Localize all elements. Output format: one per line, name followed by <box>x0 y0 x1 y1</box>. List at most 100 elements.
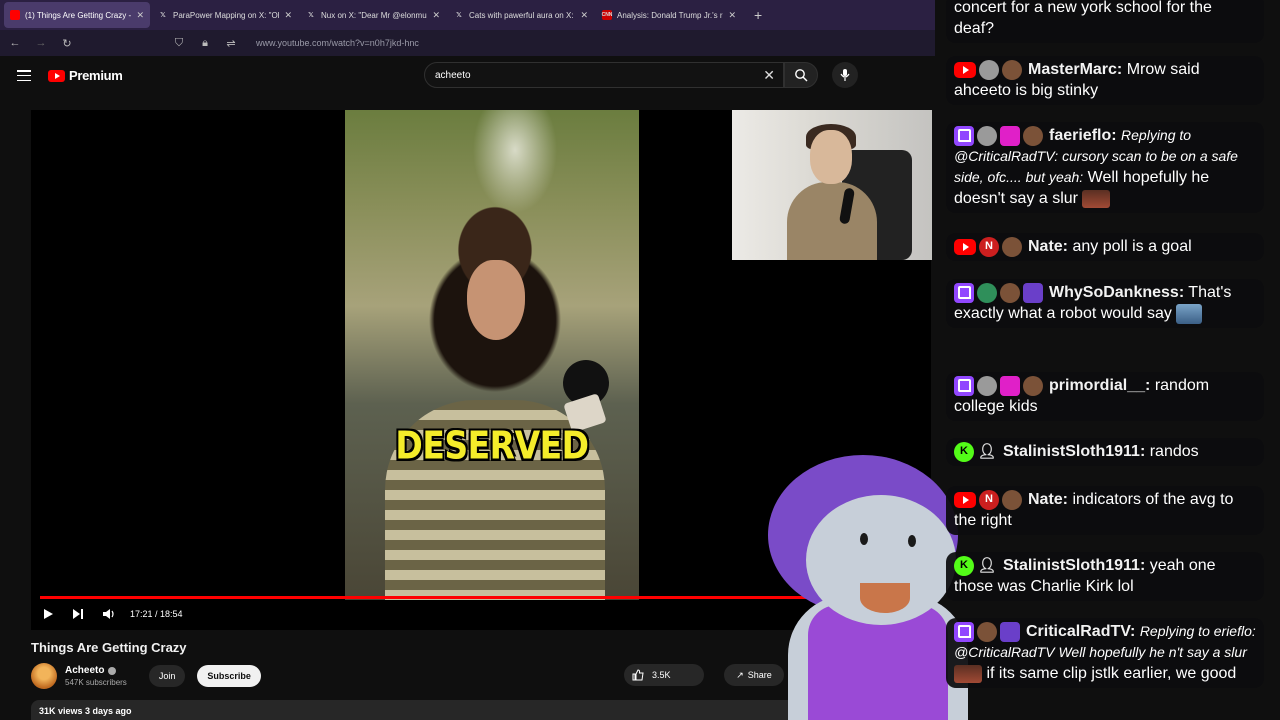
emote-badge-icon <box>1002 236 1022 257</box>
chat-username: StalinistSloth1911: <box>1003 557 1146 574</box>
close-tab-icon[interactable]: ✕ <box>284 10 292 21</box>
twitch-badge-icon <box>954 282 974 303</box>
reload-icon[interactable]: ↻ <box>60 37 74 50</box>
shield-icon[interactable]: ⛉ <box>172 37 186 50</box>
mascot-eye <box>908 535 916 547</box>
channel-name[interactable]: Acheeto <box>65 665 104 676</box>
search-input[interactable]: acheeto ✕ <box>424 62 784 88</box>
voice-search-button[interactable] <box>832 62 858 88</box>
new-tab-button[interactable]: + <box>744 7 772 23</box>
search-button[interactable] <box>784 62 818 88</box>
chat-text: randos <box>1149 443 1199 460</box>
logo-text: Premium <box>69 68 123 83</box>
progress-fill <box>40 596 858 599</box>
chat-badges <box>954 125 1043 146</box>
cnn-icon: CNN <box>601 10 613 20</box>
tab-title: Nux on X: "Dear Mr @elonmusk <box>321 10 428 20</box>
video-subject-face <box>467 260 525 340</box>
chat-message: primordial__: random college kids <box>946 372 1264 421</box>
chat-username: CriticalRadTV: <box>1026 623 1136 640</box>
chat-message: K 👤︎ StalinistSloth1911: yeah one those … <box>946 552 1264 601</box>
youtube-badge-icon <box>954 238 976 255</box>
user-icon: 👤︎ <box>977 557 997 575</box>
next-icon[interactable] <box>70 606 86 622</box>
lock-icon: 🔒︎ <box>202 36 208 49</box>
channel-info: Acheeto 547K subscribers <box>65 665 127 687</box>
back-arrow-icon[interactable]: ← <box>8 37 22 49</box>
x-icon: 𝕏 <box>160 12 166 19</box>
browser-tab-strip: (1) Things Are Getting Crazy - Y ✕ 𝕏 Par… <box>0 0 935 30</box>
browser-tab-cnn[interactable]: CNN Analysis: Donald Trump Jr.'s rea ✕ <box>596 2 742 28</box>
search-value: acheeto <box>435 69 471 81</box>
channel-name-row[interactable]: Acheeto <box>65 665 127 676</box>
share-icon: ↗ <box>736 669 744 680</box>
mascot-beard <box>860 583 910 613</box>
close-tab-icon[interactable]: ✕ <box>432 10 440 21</box>
emote-badge-icon <box>1002 489 1022 510</box>
browser-tab-youtube[interactable]: (1) Things Are Getting Crazy - Y ✕ <box>4 2 150 28</box>
forward-arrow-icon[interactable]: → <box>34 37 48 49</box>
play-icon[interactable] <box>40 606 56 622</box>
chat-message: concert for a new york school for the de… <box>946 0 1264 43</box>
close-tab-icon[interactable]: ✕ <box>136 10 144 21</box>
browser-nav-bar: ← → ↻ ⛉ 🔒︎ ⇌ www.youtube.com/watch?v=n0h… <box>0 30 935 56</box>
chat-badges: N <box>954 236 1022 257</box>
emote-badge-icon <box>1023 125 1043 146</box>
channel-row: Acheeto 547K subscribers Join Subscribe <box>31 662 261 690</box>
address-bar[interactable]: www.youtube.com/watch?v=n0h7jkd-hnc <box>256 38 419 48</box>
youtube-icon <box>10 10 20 20</box>
gem-badge-icon <box>1000 125 1020 146</box>
x-icon: 𝕏 <box>308 12 314 19</box>
chat-text: if its same clip jstlk earlier, we good <box>986 665 1237 682</box>
youtube-play-logo-icon <box>48 69 65 82</box>
browser-tab-x-1[interactable]: 𝕏 ParaPower Mapping on X: "Oh ✕ <box>152 2 298 28</box>
chat-badges <box>954 282 1043 303</box>
chat-message: K 👤︎ StalinistSloth1911: randos <box>946 438 1264 466</box>
kick-badge-icon: K <box>954 555 974 576</box>
stream-chat-overlay: concert for a new york school for the de… <box>942 0 1280 720</box>
user-avatar-badge-icon <box>979 59 999 80</box>
chat-badges <box>954 59 1022 80</box>
kick-badge-icon: K <box>954 441 974 462</box>
emote-badge-icon <box>1000 282 1020 303</box>
chat-badges: K 👤︎ <box>954 555 997 576</box>
chat-emote <box>1176 303 1203 324</box>
microphone-icon <box>840 69 850 81</box>
user-avatar-badge-icon <box>977 375 997 396</box>
video-frame[interactable]: DESERVED <box>345 110 639 600</box>
user-initial-badge-icon: N <box>979 489 999 510</box>
close-tab-icon[interactable]: ✕ <box>580 10 588 21</box>
chat-text: any poll is a goal <box>1072 238 1192 255</box>
menu-icon[interactable] <box>17 70 31 81</box>
subscribe-button[interactable]: Subscribe <box>197 665 261 687</box>
chat-username: Nate: <box>1028 238 1069 255</box>
chat-message: N Nate: indicators of the avg to the rig… <box>946 486 1264 535</box>
chat-badges: N <box>954 489 1022 510</box>
video-caption: DESERVED <box>395 423 589 468</box>
volume-icon[interactable] <box>100 606 116 622</box>
join-button[interactable]: Join <box>148 665 186 687</box>
chat-message: MasterMarc: Mrow said ahceeto is big sti… <box>946 56 1264 105</box>
youtube-badge-icon <box>954 61 976 78</box>
streamer-body <box>787 182 877 260</box>
emote-badge-icon <box>1002 59 1022 80</box>
interview-microphone <box>563 360 609 406</box>
mascot-eye <box>860 533 868 545</box>
sub-badge-icon <box>1023 282 1043 303</box>
views-and-date: 31K views 3 days ago <box>39 706 132 716</box>
twitch-badge-icon <box>954 375 974 396</box>
close-tab-icon[interactable]: ✕ <box>728 10 736 21</box>
browser-tab-x-2[interactable]: 𝕏 Nux on X: "Dear Mr @elonmusk ✕ <box>300 2 446 28</box>
youtube-premium-logo[interactable]: Premium <box>48 68 123 83</box>
permissions-icon[interactable]: ⇌ <box>224 37 238 50</box>
browser-tab-x-3[interactable]: 𝕏 Cats with pawerful aura on X: "I ✕ <box>448 2 594 28</box>
chat-message: N Nate: any poll is a goal <box>946 233 1264 261</box>
gem-badge-icon <box>1000 375 1020 396</box>
twitch-badge-icon <box>954 621 974 642</box>
channel-avatar[interactable] <box>31 663 57 689</box>
chat-emote <box>954 664 982 683</box>
chat-message: CriticalRadTV: Replying to erieflo: @Cri… <box>946 618 1264 688</box>
clear-search-icon[interactable]: ✕ <box>763 67 775 84</box>
like-button[interactable]: 3.5K <box>624 664 704 686</box>
tab-title: ParaPower Mapping on X: "Oh <box>173 10 280 20</box>
